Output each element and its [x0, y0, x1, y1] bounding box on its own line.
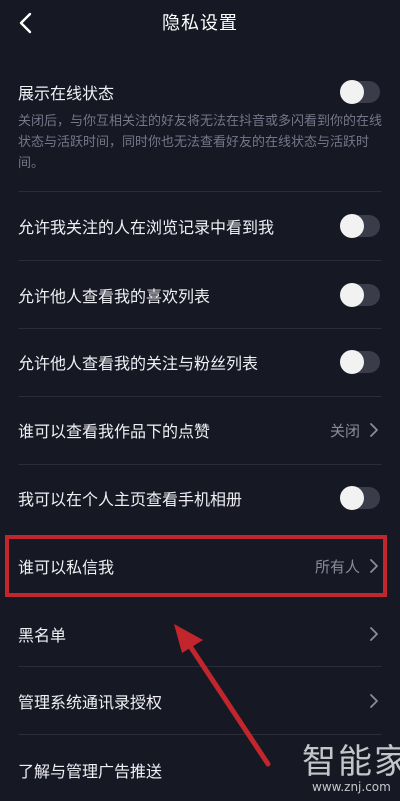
- page-title: 隐私设置: [162, 13, 238, 34]
- header-bar: 隐私设置: [0, 0, 400, 46]
- setting-row-phone-album[interactable]: 我可以在个人主页查看手机相册: [18, 484, 382, 512]
- watermark-text: 智能家: [302, 742, 400, 782]
- watermark-logo: 智能家 www.znj.com: [286, 732, 400, 798]
- phone-album-toggle[interactable]: [340, 486, 380, 510]
- divider: [18, 396, 382, 397]
- divider: [18, 464, 382, 465]
- chevron-right-icon: [370, 694, 378, 708]
- setting-label: 允许他人查看我的喜欢列表: [18, 287, 211, 306]
- divider: [18, 666, 382, 667]
- watermark-url: www.znj.com: [312, 780, 391, 794]
- divider: [18, 260, 382, 261]
- setting-row-likes-list[interactable]: 允许他人查看我的喜欢列表: [18, 281, 382, 309]
- setting-label: 谁可以查看我作品下的点赞: [18, 422, 211, 441]
- setting-label: 了解与管理广告推送: [18, 762, 163, 781]
- setting-value: 关闭: [329, 422, 360, 440]
- online-status-label: 展示在线状态: [18, 84, 115, 103]
- setting-label: 我可以在个人主页查看手机相册: [18, 490, 243, 509]
- follow-fans-toggle[interactable]: [340, 350, 380, 374]
- chevron-right-icon: [370, 423, 378, 437]
- chevron-right-icon: [370, 627, 378, 641]
- setting-label: 允许他人查看我的关注与粉丝列表: [18, 354, 259, 373]
- setting-row-blacklist[interactable]: 黑名单: [18, 620, 382, 648]
- toggle-knob: [340, 350, 364, 374]
- setting-row-browse-history[interactable]: 允许我关注的人在浏览记录中看到我: [18, 212, 382, 240]
- divider: [18, 328, 382, 329]
- online-status-toggle[interactable]: [340, 80, 380, 104]
- setting-label: 管理系统通讯录授权: [18, 693, 163, 712]
- setting-row-who-view-likes[interactable]: 谁可以查看我作品下的点赞 关闭: [18, 416, 382, 444]
- online-status-row[interactable]: 展示在线状态: [18, 78, 382, 106]
- setting-row-contacts-auth[interactable]: 管理系统通讯录授权: [18, 687, 382, 715]
- divider: [18, 191, 382, 192]
- setting-row-follow-fans-list[interactable]: 允许他人查看我的关注与粉丝列表: [18, 348, 382, 376]
- setting-label: 黑名单: [18, 626, 67, 645]
- highlight-box: [5, 535, 387, 597]
- toggle-knob: [340, 80, 364, 104]
- toggle-knob: [340, 283, 364, 307]
- toggle-knob: [340, 486, 364, 510]
- likes-list-toggle[interactable]: [340, 283, 380, 307]
- toggle-knob: [340, 214, 364, 238]
- setting-label: 允许我关注的人在浏览记录中看到我: [18, 218, 275, 237]
- browse-history-toggle[interactable]: [340, 214, 380, 238]
- online-status-description: 关闭后，与你互相关注的好友将无法在抖音或多闪看到你的在线状态与活跃时间，同时你也…: [18, 114, 383, 171]
